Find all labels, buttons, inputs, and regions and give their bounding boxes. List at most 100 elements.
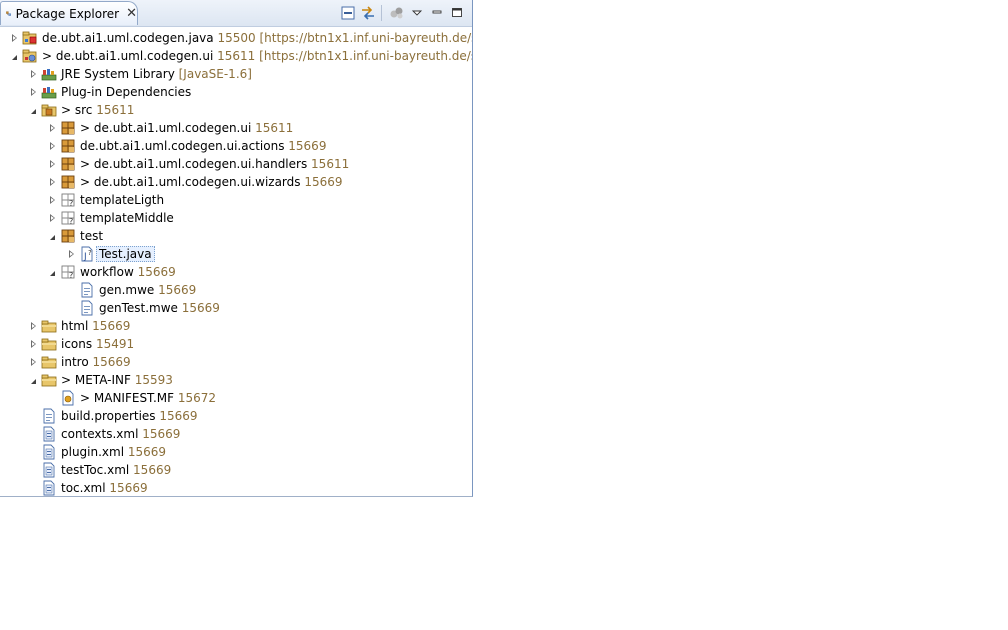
tree-item[interactable]: contexts.xml 15669 xyxy=(0,425,472,443)
svn-revision: 15669 xyxy=(159,409,198,423)
library-icon xyxy=(41,69,57,81)
collapse-all-icon xyxy=(341,6,355,20)
tree-item-label: html 15669 xyxy=(61,319,130,333)
tree-item[interactable]: build.properties 15669 xyxy=(0,407,472,425)
folder-icon xyxy=(41,338,57,351)
collapsed-arrow-icon[interactable] xyxy=(27,338,39,350)
tree-item-name: icons xyxy=(61,337,93,351)
svg-text:?: ? xyxy=(69,271,73,280)
tree-item[interactable]: test xyxy=(0,227,472,245)
tree-item-name: workflow xyxy=(80,265,134,279)
collapse-all-button[interactable] xyxy=(339,4,357,22)
tree-item[interactable]: ? templateLigth xyxy=(0,191,472,209)
expanded-arrow-icon[interactable] xyxy=(27,374,39,386)
tree-item-label: > de.ubt.ai1.uml.codegen.ui.wizards 1566… xyxy=(80,175,343,189)
tree-item[interactable]: toc.xml 15669 xyxy=(0,479,472,496)
tree-item[interactable]: > de.ubt.ai1.uml.codegen.ui.wizards 1566… xyxy=(0,173,472,191)
svg-text:?: ? xyxy=(69,217,73,226)
svn-revision: 15669 xyxy=(304,175,343,189)
tree-item[interactable]: de.ubt.ai1.uml.codegen.java 15500 [https… xyxy=(0,29,472,47)
tree-item-label: test xyxy=(80,229,103,243)
tree-item-name: de.ubt.ai1.uml.codegen.ui.wizards xyxy=(93,175,301,189)
tree-item[interactable]: intro 15669 xyxy=(0,353,472,371)
tree-item[interactable]: gen.mwe 15669 xyxy=(0,281,472,299)
view-toolbar xyxy=(337,4,466,22)
link-with-editor-button[interactable] xyxy=(359,4,377,22)
tree-item[interactable]: genTest.mwe 15669 xyxy=(0,299,472,317)
collapsed-arrow-icon[interactable] xyxy=(27,68,39,80)
svn-revision: 15669 xyxy=(133,463,172,477)
tree-item-label: gen.mwe 15669 xyxy=(99,283,196,297)
tree-item[interactable]: > de.ubt.ai1.uml.codegen.ui.handlers 156… xyxy=(0,155,472,173)
collapsed-arrow-icon[interactable] xyxy=(46,158,58,170)
tree-item[interactable]: > META-INF 15593 xyxy=(0,371,472,389)
svn-revision: 15669 xyxy=(181,301,220,315)
library-icon xyxy=(41,87,57,99)
tree-item-name: testToc.xml xyxy=(61,463,130,477)
tab-package-explorer[interactable]: Package Explorer ✕ xyxy=(0,1,138,25)
collapsed-arrow-icon[interactable] xyxy=(46,140,58,152)
tree-item-label: Plug-in Dependencies xyxy=(61,85,191,99)
svn-location: [https://btn1x1.inf.uni-bayreuth.de/svn/… xyxy=(259,49,472,63)
tree-item-name: de.ubt.ai1.uml.codegen.java xyxy=(42,31,214,45)
tree-item[interactable]: html 15669 xyxy=(0,317,472,335)
view-menu-button[interactable] xyxy=(408,4,426,22)
tree-item[interactable]: JRE System Library [JavaSE-1.6] xyxy=(0,65,472,83)
tree-item-label: toc.xml 15669 xyxy=(61,481,148,495)
tree-item[interactable]: ? workflow 15669 xyxy=(0,263,472,281)
xml-file-icon xyxy=(43,462,55,478)
collapsed-arrow-icon[interactable] xyxy=(46,122,58,134)
expanded-arrow-icon[interactable] xyxy=(27,104,39,116)
tree-item[interactable]: > de.ubt.ai1.uml.codegen.ui 15611 [https… xyxy=(0,47,472,65)
tree-item-label: JRE System Library [JavaSE-1.6] xyxy=(61,67,252,81)
close-icon[interactable]: ✕ xyxy=(126,7,137,20)
outgoing-change-marker: > xyxy=(80,391,94,405)
tree-item[interactable]: > MANIFEST.MF 15672 xyxy=(0,389,472,407)
maximize-icon xyxy=(452,8,462,17)
package-unversioned-icon: ? xyxy=(61,265,75,280)
filters-button[interactable] xyxy=(388,4,406,22)
tree-item-label: > src 15611 xyxy=(61,103,134,117)
maximize-button[interactable] xyxy=(448,4,466,22)
tree-item-name: MANIFEST.MF xyxy=(93,391,175,405)
file-icon xyxy=(81,300,93,316)
xml-file-icon xyxy=(43,426,55,442)
tree-item[interactable]: ? templateMiddle xyxy=(0,209,472,227)
svn-revision: 15669 xyxy=(158,283,197,297)
svn-revision: 15491 xyxy=(95,337,135,351)
folder-icon xyxy=(41,356,57,369)
tree-item[interactable]: J? Test.java xyxy=(0,245,472,263)
svn-revision: 15669 xyxy=(92,355,131,369)
tree-item[interactable]: de.ubt.ai1.uml.codegen.ui.actions 15669 xyxy=(0,137,472,155)
file-icon xyxy=(43,408,55,424)
collapsed-arrow-icon[interactable] xyxy=(46,176,58,188)
tree-item-label: testToc.xml 15669 xyxy=(61,463,171,477)
collapsed-arrow-icon[interactable] xyxy=(46,194,58,206)
collapsed-arrow-icon[interactable] xyxy=(27,86,39,98)
folder-icon xyxy=(41,374,57,387)
expanded-arrow-icon[interactable] xyxy=(46,266,58,278)
tree-item-label: de.ubt.ai1.uml.codegen.java 15500 [https… xyxy=(42,31,472,45)
tree-item[interactable]: Plug-in Dependencies xyxy=(0,83,472,101)
svn-revision: 15611 xyxy=(96,103,135,117)
expanded-arrow-icon[interactable] xyxy=(46,230,58,242)
expanded-arrow-icon[interactable] xyxy=(8,50,20,62)
collapsed-arrow-icon[interactable] xyxy=(27,356,39,368)
minimize-button[interactable] xyxy=(428,4,446,22)
svn-revision: 15500 xyxy=(217,31,256,45)
tree-item-name: genTest.mwe xyxy=(99,301,178,315)
tree-item[interactable]: testToc.xml 15669 xyxy=(0,461,472,479)
view-titlebar: Package Explorer ✕ xyxy=(0,0,472,27)
project-tree[interactable]: de.ubt.ai1.uml.codegen.java 15500 [https… xyxy=(0,27,472,496)
collapsed-arrow-icon[interactable] xyxy=(46,212,58,224)
tree-item[interactable]: icons 15491 xyxy=(0,335,472,353)
collapsed-arrow-icon[interactable] xyxy=(8,32,20,44)
tree-item-name: src xyxy=(74,103,93,117)
tree-item[interactable]: > src 15611 xyxy=(0,101,472,119)
tree-item[interactable]: plugin.xml 15669 xyxy=(0,443,472,461)
tree-item-name: toc.xml xyxy=(61,481,106,495)
collapsed-arrow-icon[interactable] xyxy=(65,248,77,260)
collapsed-arrow-icon[interactable] xyxy=(27,320,39,332)
tree-item-label: > de.ubt.ai1.uml.codegen.ui 15611 [https… xyxy=(42,49,472,63)
tree-item[interactable]: > de.ubt.ai1.uml.codegen.ui 15611 xyxy=(0,119,472,137)
